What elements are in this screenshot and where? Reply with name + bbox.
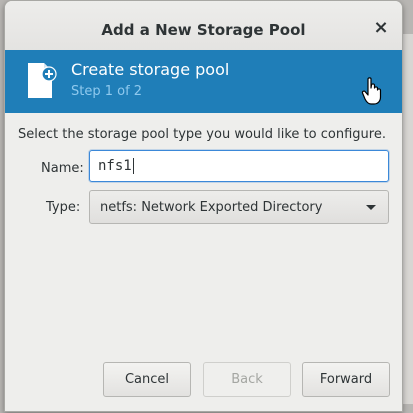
document-add-icon	[28, 63, 57, 98]
name-label: Name:	[41, 161, 84, 176]
text-caret	[132, 158, 134, 174]
type-selected-value: netfs: Network Exported Directory	[100, 200, 323, 215]
dialog-title: Add a New Storage Pool	[101, 21, 306, 39]
add-storage-pool-dialog: Add a New Storage Pool × Create storage …	[4, 0, 403, 412]
wizard-title: Create storage pool	[71, 60, 230, 79]
wizard-step: Step 1 of 2	[71, 84, 143, 99]
back-button[interactable]: Back	[203, 362, 291, 397]
type-label: Type:	[46, 200, 81, 215]
name-field[interactable]: nfs1	[89, 150, 389, 182]
type-dropdown[interactable]: netfs: Network Exported Directory	[89, 190, 389, 224]
forward-button[interactable]: Forward	[302, 362, 390, 397]
instructions-text: Select the storage pool type you would l…	[18, 127, 386, 142]
name-value: nfs1	[98, 158, 132, 174]
chevron-down-icon	[366, 205, 376, 210]
hand-cursor-icon	[361, 77, 382, 105]
close-icon[interactable]: ×	[372, 19, 390, 37]
cancel-button[interactable]: Cancel	[103, 362, 191, 397]
wizard-header: Create storage pool Step 1 of 2	[5, 50, 402, 113]
